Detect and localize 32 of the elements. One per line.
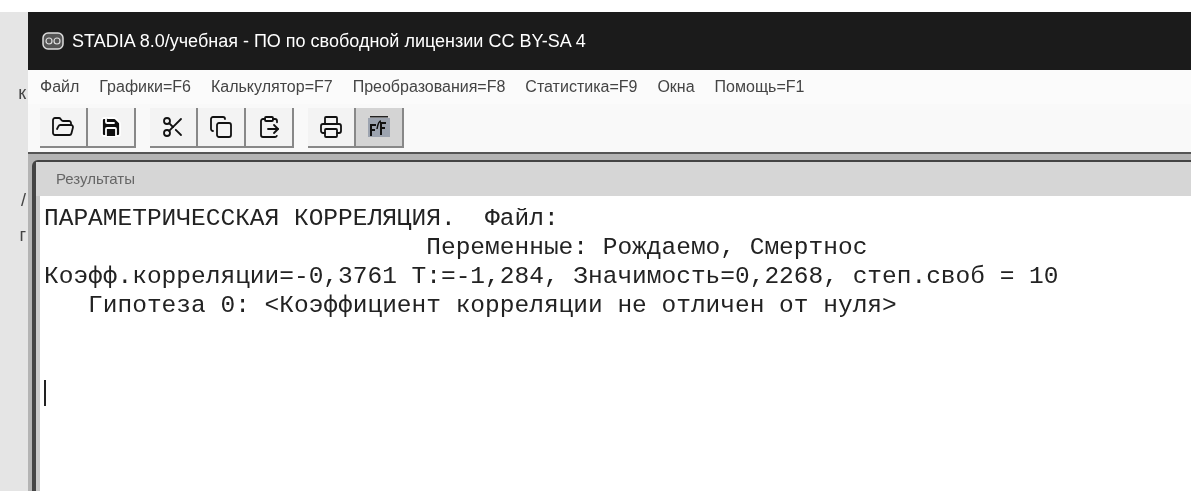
result-line: Переменные: Рождаемо, Смертнос — [425, 233, 868, 262]
window-title: STADIA 8.0/учебная - ПО по свободной лицензии CC BY-SA 4 — [72, 29, 586, 53]
fonts-icon — [367, 115, 391, 139]
menu-item[interactable]: Статистика=F9 — [525, 75, 638, 99]
menu-item[interactable]: Помощь=F1 — [714, 75, 805, 99]
menu-item[interactable]: Калькулятор=F7 — [210, 75, 333, 99]
scissors-icon — [161, 115, 185, 139]
toolbar-button[interactable] — [308, 108, 356, 148]
menu-item[interactable]: Графики=F6 — [99, 75, 191, 99]
window-fragment-text: / — [21, 189, 26, 212]
toolbar-button[interactable] — [150, 108, 198, 148]
toolbar-button[interactable] — [198, 108, 246, 148]
app-icon — [42, 32, 64, 50]
menu-item[interactable]: Окна — [657, 75, 695, 99]
paste-icon — [257, 115, 281, 139]
toolbar-button[interactable] — [246, 108, 294, 148]
result-line: ПАРАМЕТРИЧЕССКАЯ КОРРЕЛЯЦИЯ. Файл: — [44, 204, 559, 233]
window-fragment-text: к — [18, 82, 26, 105]
toolbar-button[interactable] — [356, 108, 404, 148]
printer-icon — [319, 115, 343, 139]
menu-item[interactable]: Файл — [40, 75, 80, 99]
results-window-title: Результаты — [56, 168, 135, 189]
toolbar-button[interactable] — [88, 108, 136, 148]
toolbar-button[interactable] — [40, 108, 88, 148]
results-text-area[interactable]: ПАРАМЕТРИЧЕССКАЯ КОРРЕЛЯЦИЯ. Файл: Переменные: Рождаемо, Смертнос Коэфф.корреляции=-0,3761 T:=-1,284, Значимость=0,2268, степ.своб = 10 Гипотеза 0: <Коэффициент корреляции не отличен от нуля> — [40, 196, 1191, 491]
menu-item[interactable]: Преобразования=F8 — [352, 75, 506, 99]
window-fragment-text: г — [19, 224, 26, 247]
text-cursor — [44, 380, 46, 406]
result-line: Коэфф.корреляции=-0,3761 T:=-1,284, Значимость=0,2268, степ.своб = 10 — [44, 262, 1059, 291]
result-line: Гипотеза 0: <Коэффициент корреляции не отличен от нуля> — [87, 291, 897, 320]
copy-icon — [209, 115, 233, 139]
folder-icon — [51, 115, 75, 139]
